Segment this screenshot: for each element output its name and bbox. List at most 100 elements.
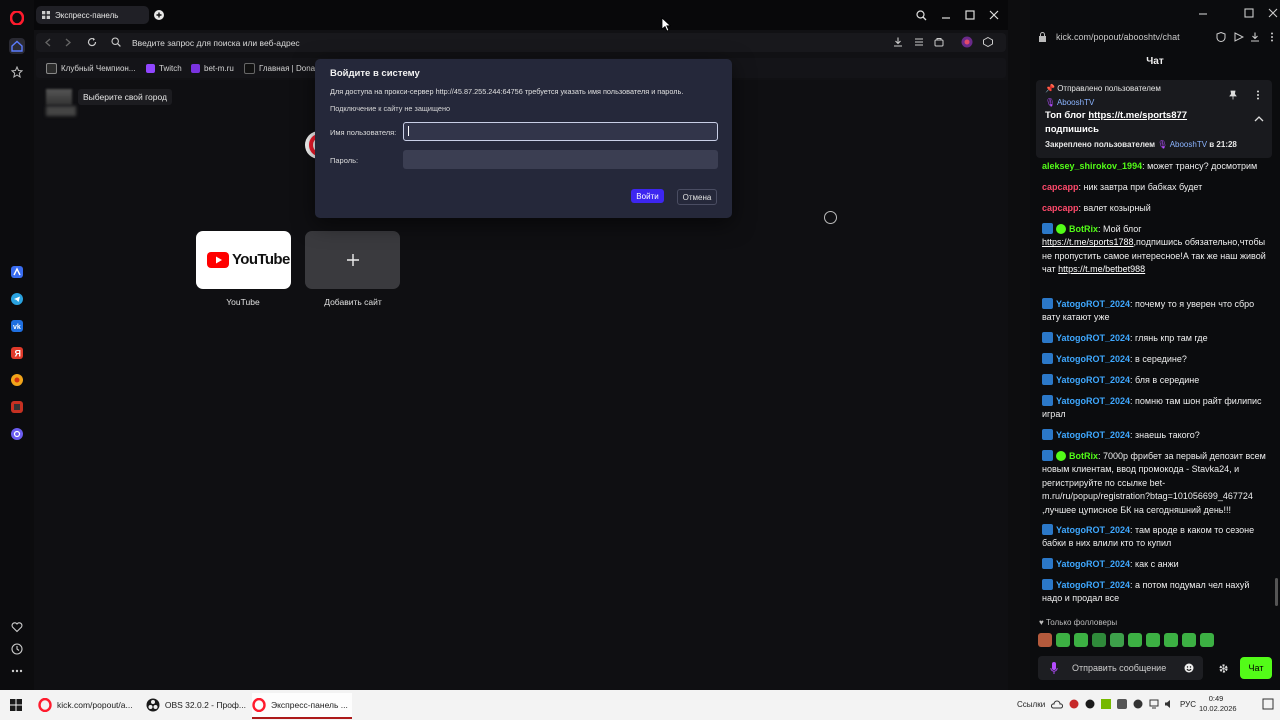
send-icon[interactable] bbox=[1234, 32, 1244, 42]
search-tabs-button[interactable] bbox=[914, 8, 928, 22]
tray-nvidia-icon[interactable] bbox=[1101, 699, 1111, 709]
emote-icon[interactable] bbox=[1182, 633, 1196, 647]
more-icon[interactable] bbox=[9, 663, 25, 679]
volume-icon[interactable] bbox=[1164, 699, 1174, 709]
onedrive-icon[interactable] bbox=[1051, 700, 1063, 709]
emote-icon[interactable] bbox=[1164, 633, 1178, 647]
mic-icon[interactable] bbox=[1050, 662, 1058, 674]
chat-username[interactable]: YatogoROT_2024 bbox=[1056, 580, 1130, 590]
bookmark-item[interactable]: Клубный Чемпион... bbox=[46, 62, 135, 74]
chat-username[interactable]: YatogoROT_2024 bbox=[1056, 299, 1130, 309]
opera-logo-icon[interactable] bbox=[9, 10, 25, 26]
telegram-icon[interactable] bbox=[9, 291, 25, 307]
aria-icon[interactable] bbox=[9, 264, 25, 280]
taskbar-item-obs[interactable]: OBS 32.0.2 - Проф... bbox=[146, 693, 246, 717]
network-icon[interactable] bbox=[1149, 699, 1159, 709]
download-icon[interactable] bbox=[893, 37, 903, 47]
address-input[interactable]: Введите запрос для поиска или веб-адрес bbox=[132, 38, 300, 48]
bookmark-item[interactable]: Главная | Donat bbox=[244, 62, 317, 74]
new-tab-button[interactable] bbox=[153, 9, 165, 21]
cancel-button[interactable]: Отмена bbox=[677, 189, 717, 205]
city-selector[interactable]: Выберите свой город bbox=[46, 88, 182, 106]
notification-icon[interactable] bbox=[1262, 698, 1274, 710]
tray-obs-icon[interactable] bbox=[1085, 699, 1095, 709]
yandex-icon[interactable]: Я bbox=[9, 345, 25, 361]
chat-username[interactable]: YatogoROT_2024 bbox=[1056, 430, 1130, 440]
username-field[interactable] bbox=[403, 122, 718, 141]
easy-setup-icon[interactable] bbox=[914, 37, 924, 47]
chat-username[interactable]: capcapp bbox=[1042, 182, 1079, 192]
chat-username[interactable]: BotRix bbox=[1069, 451, 1098, 461]
vpn-extension-icon[interactable] bbox=[961, 36, 973, 48]
tile-add-site[interactable] bbox=[305, 231, 400, 289]
chat-username[interactable]: BotRix bbox=[1069, 224, 1098, 234]
emote-icon[interactable] bbox=[1128, 633, 1142, 647]
minimize-icon[interactable] bbox=[1198, 8, 1208, 18]
taskbar-item-kick[interactable]: kick.com/popout/a... bbox=[38, 693, 138, 717]
emote-icon[interactable] bbox=[1110, 633, 1124, 647]
kick-url[interactable]: kick.com/popout/aboosht​v/chat bbox=[1056, 32, 1180, 42]
reload-icon[interactable] bbox=[87, 37, 97, 47]
chat-username[interactable]: YatogoROT_2024 bbox=[1056, 525, 1130, 535]
pin-toggle-icon[interactable] bbox=[1229, 90, 1237, 100]
chat-username[interactable]: YatogoROT_2024 bbox=[1056, 354, 1130, 364]
emote-icon[interactable] bbox=[1092, 633, 1106, 647]
chat-scrollbar[interactable] bbox=[1275, 578, 1278, 606]
tray-app-icon[interactable] bbox=[1117, 699, 1127, 709]
windows-start-icon[interactable] bbox=[10, 699, 22, 711]
tray-app-icon[interactable] bbox=[1069, 699, 1079, 709]
home-icon[interactable] bbox=[9, 38, 25, 54]
emoji-icon[interactable] bbox=[1184, 663, 1194, 673]
history-icon[interactable] bbox=[9, 641, 25, 657]
back-icon[interactable] bbox=[44, 38, 52, 47]
wallet-icon[interactable] bbox=[934, 37, 944, 47]
tab-speed-dial[interactable]: Экспресс-панель bbox=[36, 6, 149, 24]
chat-username[interactable]: YatogoROT_2024 bbox=[1056, 559, 1130, 569]
password-field[interactable] bbox=[403, 150, 718, 169]
emoji-icon[interactable] bbox=[824, 211, 837, 224]
settings-gear-icon[interactable] bbox=[1218, 663, 1229, 674]
chat-username[interactable]: aleksey_shirokov_1994 bbox=[1042, 161, 1142, 171]
extensions-icon[interactable] bbox=[983, 37, 993, 47]
chat-username[interactable]: YatogoROT_2024 bbox=[1056, 333, 1130, 343]
menu-dots-icon[interactable] bbox=[1270, 32, 1274, 42]
shield-icon[interactable] bbox=[1216, 32, 1226, 42]
send-chat-button[interactable]: Чат bbox=[1240, 657, 1272, 679]
forward-icon[interactable] bbox=[64, 38, 72, 47]
chat-input[interactable]: Отправить сообщение bbox=[1038, 656, 1203, 680]
tile-youtube[interactable]: YouTube bbox=[196, 231, 291, 289]
chat-username[interactable]: capcapp bbox=[1042, 203, 1079, 213]
music-icon[interactable] bbox=[9, 372, 25, 388]
download-icon[interactable] bbox=[1250, 32, 1260, 42]
minimize-button[interactable] bbox=[939, 8, 953, 22]
bookmark-item[interactable]: bet-m.ru bbox=[191, 62, 234, 74]
tray-app-icon[interactable] bbox=[1133, 699, 1143, 709]
chevron-up-icon[interactable] bbox=[1254, 115, 1264, 123]
menu-dots-icon[interactable] bbox=[1256, 90, 1260, 100]
heart-icon[interactable] bbox=[9, 619, 25, 635]
login-button[interactable]: Войти bbox=[631, 189, 664, 203]
chat-username[interactable]: YatogoROT_2024 bbox=[1056, 375, 1130, 385]
input-language[interactable]: РУС bbox=[1180, 700, 1196, 709]
close-window-button[interactable] bbox=[987, 8, 1001, 22]
address-bar[interactable]: Введите запрос для поиска или веб-адрес bbox=[36, 33, 1006, 52]
emote-icon[interactable] bbox=[1200, 633, 1214, 647]
chat-link[interactable]: https://t.me/betbet988 bbox=[1058, 264, 1145, 274]
emote-icon[interactable] bbox=[1038, 633, 1052, 647]
emote-icon[interactable] bbox=[1146, 633, 1160, 647]
star-icon[interactable] bbox=[9, 64, 25, 80]
clock[interactable]: 0:49 10.02.2026 bbox=[1199, 694, 1237, 714]
chat-username[interactable]: YatogoROT_2024 bbox=[1056, 396, 1130, 406]
chat-link[interactable]: https://t.me/sports1788 bbox=[1042, 237, 1134, 247]
pinned-link[interactable]: https://t.me/sports877 bbox=[1088, 110, 1187, 121]
links-toolbar[interactable]: Ссылки bbox=[1017, 700, 1045, 709]
vk-icon[interactable]: vk bbox=[9, 318, 25, 334]
bookmark-item[interactable]: Twitch bbox=[146, 62, 182, 74]
emote-icon[interactable] bbox=[1074, 633, 1088, 647]
maximize-icon[interactable] bbox=[1244, 8, 1254, 18]
messenger-icon[interactable] bbox=[9, 426, 25, 442]
emote-icon[interactable] bbox=[1056, 633, 1070, 647]
taskbar-item-opera[interactable]: Экспресс-панель ... bbox=[252, 693, 352, 719]
maximize-button[interactable] bbox=[963, 8, 977, 22]
app-icon[interactable] bbox=[9, 399, 25, 415]
